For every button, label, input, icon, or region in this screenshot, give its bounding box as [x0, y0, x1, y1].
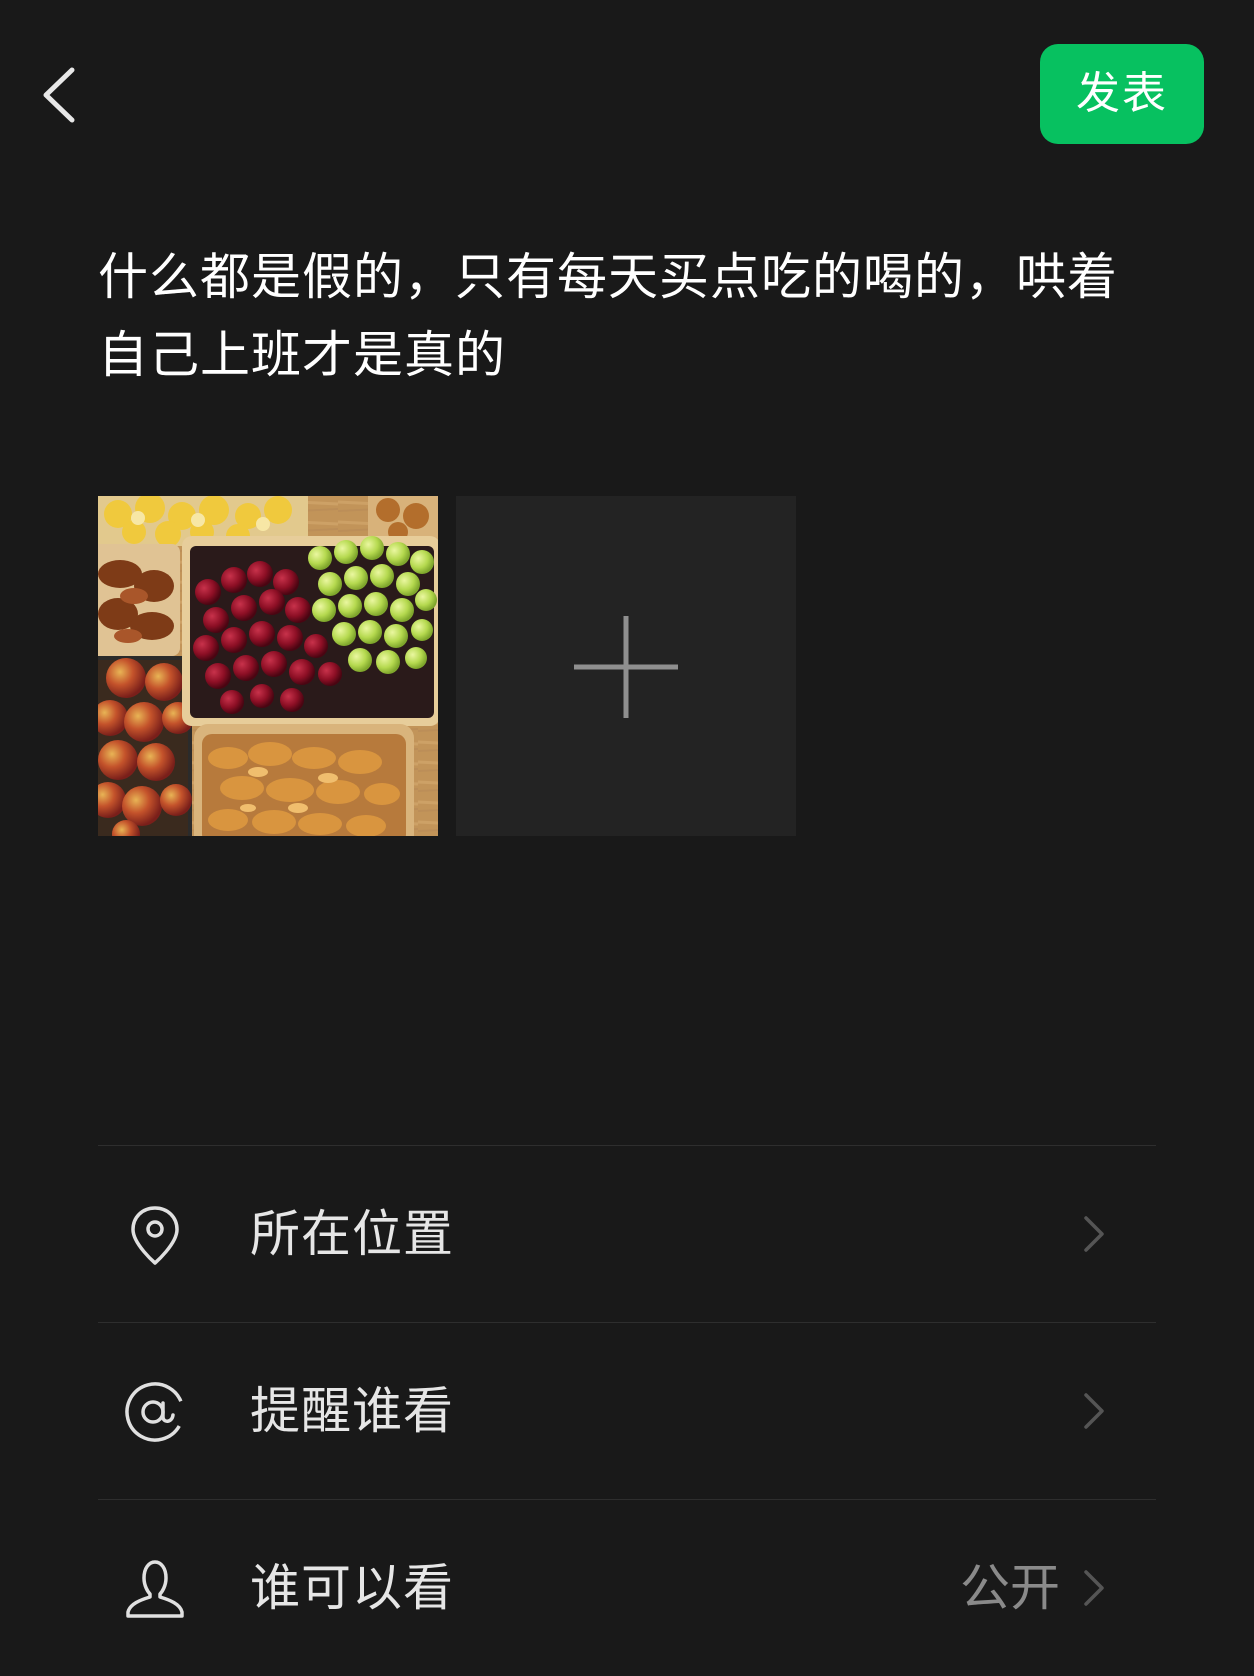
visibility-value: 公开	[960, 1559, 1060, 1617]
option-mention[interactable]: 提醒谁看	[98, 1323, 1156, 1499]
photo-thumbnail[interactable]	[98, 496, 438, 836]
option-label: 提醒谁看	[250, 1382, 454, 1440]
plus-icon	[574, 616, 678, 718]
fruit-snack-tray-photo	[98, 496, 438, 836]
chevron-right-icon	[1084, 1216, 1104, 1252]
person-icon	[126, 1560, 184, 1618]
location-pin-icon	[131, 1206, 179, 1265]
add-photo-button[interactable]	[456, 496, 796, 836]
chevron-right-icon	[1084, 1570, 1104, 1606]
back-button[interactable]	[30, 58, 90, 132]
option-label: 谁可以看	[250, 1559, 454, 1617]
post-text-input[interactable]: 什么都是假的，只有每天买点吃的喝的，哄着自己上班才是真的	[98, 238, 1158, 394]
post-button[interactable]: 发表	[1040, 44, 1204, 144]
at-sign-icon	[125, 1382, 185, 1442]
chevron-left-icon	[43, 67, 75, 123]
chevron-right-icon	[1084, 1393, 1104, 1429]
option-visibility[interactable]: 谁可以看 公开	[98, 1500, 1156, 1676]
option-label: 所在位置	[250, 1205, 454, 1263]
option-location[interactable]: 所在位置	[98, 1146, 1156, 1322]
